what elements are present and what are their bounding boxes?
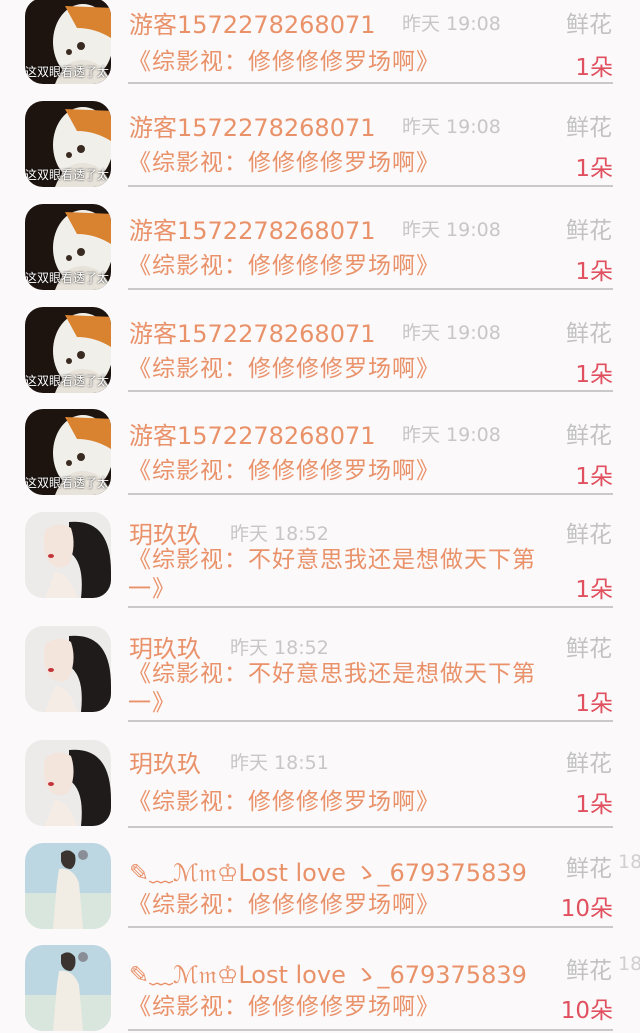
gift-count: 1朵 (575, 259, 613, 285)
woman-photo-icon (25, 512, 111, 598)
book-title[interactable]: 《综影视：不好意思我还是想做天下第一》 (128, 546, 558, 604)
gift-count: 10朵 (560, 998, 613, 1024)
gift-time: 昨天 19:08 (402, 116, 501, 138)
row-divider (128, 493, 613, 495)
sky-girl-photo-icon (25, 843, 111, 929)
list-item[interactable]: 玥玖玖 昨天 18:52 鲜花 《综影视：不好意思我还是想做天下第一》 1朵 (0, 626, 640, 722)
sky-girl-photo-icon (25, 945, 111, 1031)
row-divider (128, 1029, 613, 1031)
user-name[interactable]: 游客1572278268071 (129, 5, 376, 40)
user-name[interactable]: ✎﹏ℳ𝔪♔Lost love ゝ_679375839 (129, 955, 527, 990)
book-title[interactable]: 《综影视：修修修修罗场啊》 (128, 252, 558, 281)
avatar-caption: 这双眼看透了太多 (25, 168, 111, 182)
cat-avatar[interactable]: 这双眼看透了太多 (25, 307, 111, 393)
avatar-caption: 这双眼看透了太多 (25, 65, 111, 79)
row-divider (128, 185, 613, 187)
gift-count: 10朵 (560, 896, 613, 922)
gift-type: 鲜花 (566, 958, 612, 984)
woman-avatar[interactable] (25, 512, 111, 598)
book-title[interactable]: 《综影视：修修修修罗场啊》 (128, 891, 558, 920)
cat-avatar[interactable]: 这双眼看透了太多 (25, 101, 111, 187)
row-divider (128, 82, 613, 84)
gift-time: 18 (618, 953, 640, 975)
list-item[interactable]: ✎﹏ℳ𝔪♔Lost love ゝ_679375839 鲜花 18 《综影视：修修… (0, 945, 640, 1033)
gift-type: 鲜花 (566, 115, 612, 141)
book-title[interactable]: 《综影视：修修修修罗场啊》 (128, 993, 558, 1022)
row-divider (128, 720, 613, 722)
book-title[interactable]: 《综影视：修修修修罗场啊》 (128, 457, 558, 486)
row-divider (128, 288, 613, 290)
user-name[interactable]: 玥玖玖 (129, 515, 201, 550)
user-name[interactable]: 游客1572278268071 (129, 108, 376, 143)
user-name[interactable]: 玥玖玖 (129, 744, 201, 779)
gift-time: 18 (618, 851, 640, 873)
list-item[interactable]: 这双眼看透了太多 游客1572278268071 昨天 19:08 鲜花 《综影… (0, 204, 640, 291)
user-name[interactable]: 游客1572278268071 (129, 314, 376, 349)
gift-count: 1朵 (575, 792, 613, 818)
user-name[interactable]: ✎﹏ℳ𝔪♔Lost love ゝ_679375839 (129, 853, 527, 888)
gift-type: 鲜花 (566, 522, 612, 548)
list-item[interactable]: 这双眼看透了太多 游客1572278268071 昨天 19:08 鲜花 《综影… (0, 101, 640, 188)
book-title[interactable]: 《综影视：不好意思我还是想做天下第一》 (128, 660, 558, 718)
gift-count: 1朵 (575, 156, 613, 182)
cat-avatar[interactable]: 这双眼看透了太多 (25, 0, 111, 84)
gift-time: 昨天 19:08 (402, 322, 501, 344)
row-divider (128, 390, 613, 392)
sky-girl-avatar[interactable] (25, 945, 111, 1031)
book-title[interactable]: 《综影视：修修修修罗场啊》 (128, 788, 558, 817)
book-title[interactable]: 《综影视：修修修修罗场啊》 (128, 48, 558, 77)
gift-time: 昨天 18:51 (230, 752, 329, 774)
gift-count: 1朵 (575, 577, 613, 603)
gift-type: 鲜花 (566, 321, 612, 347)
row-divider (128, 826, 613, 828)
user-name[interactable]: 玥玖玖 (129, 629, 201, 664)
gift-type: 鲜花 (566, 856, 612, 882)
woman-photo-icon (25, 626, 111, 712)
woman-photo-icon (25, 740, 111, 826)
gift-type: 鲜花 (566, 751, 612, 777)
list-item[interactable]: 这双眼看透了太多 游客1572278268071 昨天 19:08 鲜花 《综影… (0, 0, 640, 85)
woman-avatar[interactable] (25, 626, 111, 712)
row-divider (128, 606, 613, 608)
gift-time: 昨天 19:08 (402, 13, 501, 35)
gift-time: 昨天 19:08 (402, 219, 501, 241)
avatar-caption: 这双眼看透了太多 (25, 476, 111, 490)
avatar-caption: 这双眼看透了太多 (25, 271, 111, 285)
gift-count: 1朵 (575, 362, 613, 388)
gift-time: 昨天 19:08 (402, 424, 501, 446)
gift-time: 昨天 18:52 (230, 523, 329, 545)
user-name[interactable]: 游客1572278268071 (129, 211, 376, 246)
list-item[interactable]: 这双眼看透了太多 游客1572278268071 昨天 19:08 鲜花 《综影… (0, 409, 640, 496)
book-title[interactable]: 《综影视：修修修修罗场啊》 (128, 149, 558, 178)
gift-count: 1朵 (575, 464, 613, 490)
gift-type: 鲜花 (566, 636, 612, 662)
avatar-caption: 这双眼看透了太多 (25, 374, 111, 388)
book-title[interactable]: 《综影视：修修修修罗场啊》 (128, 355, 558, 384)
gift-type: 鲜花 (566, 12, 612, 38)
cat-avatar[interactable]: 这双眼看透了太多 (25, 409, 111, 495)
list-item[interactable]: 玥玖玖 昨天 18:52 鲜花 《综影视：不好意思我还是想做天下第一》 1朵 (0, 512, 640, 608)
list-item[interactable]: 这双眼看透了太多 游客1572278268071 昨天 19:08 鲜花 《综影… (0, 307, 640, 394)
gift-type: 鲜花 (566, 423, 612, 449)
gift-list: 这双眼看透了太多 游客1572278268071 昨天 19:08 鲜花 《综影… (0, 0, 640, 1033)
list-item[interactable]: ✎﹏ℳ𝔪♔Lost love ゝ_679375839 鲜花 18 《综影视：修修… (0, 843, 640, 929)
sky-girl-avatar[interactable] (25, 843, 111, 929)
list-item[interactable]: 玥玖玖 昨天 18:51 鲜花 《综影视：修修修修罗场啊》 1朵 (0, 740, 640, 835)
gift-count: 1朵 (575, 55, 613, 81)
gift-type: 鲜花 (566, 218, 612, 244)
woman-avatar[interactable] (25, 740, 111, 826)
gift-count: 1朵 (575, 691, 613, 717)
gift-time: 昨天 18:52 (230, 637, 329, 659)
row-divider (128, 926, 613, 928)
cat-avatar[interactable]: 这双眼看透了太多 (25, 204, 111, 290)
user-name[interactable]: 游客1572278268071 (129, 416, 376, 451)
